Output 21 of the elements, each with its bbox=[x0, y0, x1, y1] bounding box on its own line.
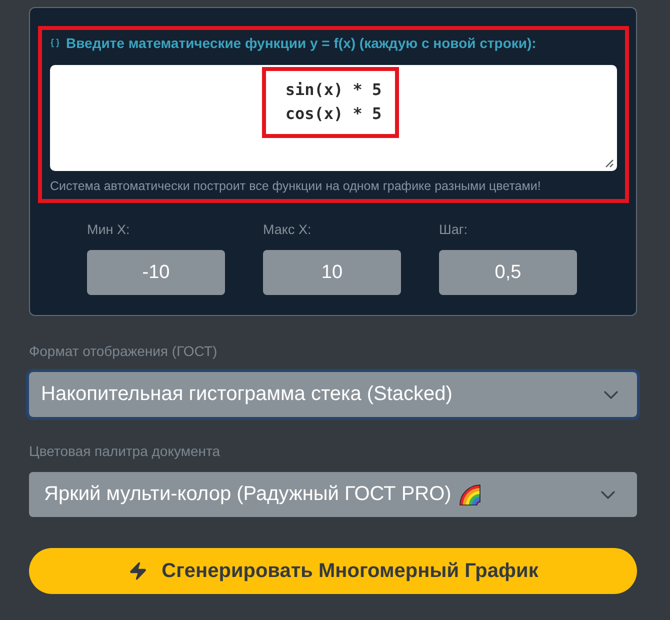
range-input-field[interactable]: 10 bbox=[263, 250, 401, 295]
range-label: Шаг: bbox=[439, 222, 469, 238]
range-input-field[interactable]: -10 bbox=[87, 250, 225, 295]
chevron-down-icon bbox=[604, 390, 618, 398]
dropdown-select[interactable]: Яркий мульти-колор (Радужный ГОСТ PRO) bbox=[29, 472, 637, 517]
function-lines: sin(x) * 5 cos(x) * 5 bbox=[285, 79, 382, 125]
range-label: Макс X: bbox=[263, 222, 312, 238]
chevron-down-icon bbox=[601, 490, 615, 498]
functions-input-field[interactable]: sin(x) * 5 cos(x) * 5 bbox=[50, 65, 617, 171]
functions-label: Введите математические функции y = f(x) (каждую с новой строки): bbox=[66, 35, 536, 51]
range-input-field[interactable]: 0,5 bbox=[439, 250, 577, 295]
resize-grip-icon[interactable] bbox=[605, 159, 614, 168]
select-label: Цветовая палитра документа bbox=[29, 443, 222, 460]
rainbow-icon bbox=[459, 484, 482, 506]
range-label: Мин X: bbox=[87, 222, 131, 238]
select-label: Формат отображения (ГОСТ) bbox=[29, 343, 218, 360]
generate-chart-button[interactable]: Сгенерировать Многомерный График bbox=[29, 548, 637, 594]
functions-hint: Система автоматически построит все функции на одном графике разными цветами! bbox=[50, 178, 542, 194]
lightning-icon bbox=[128, 561, 148, 581]
braces-icon bbox=[50, 38, 60, 48]
dropdown-select[interactable]: Накопительная гистограмма стека (Stacked) bbox=[26, 369, 640, 420]
